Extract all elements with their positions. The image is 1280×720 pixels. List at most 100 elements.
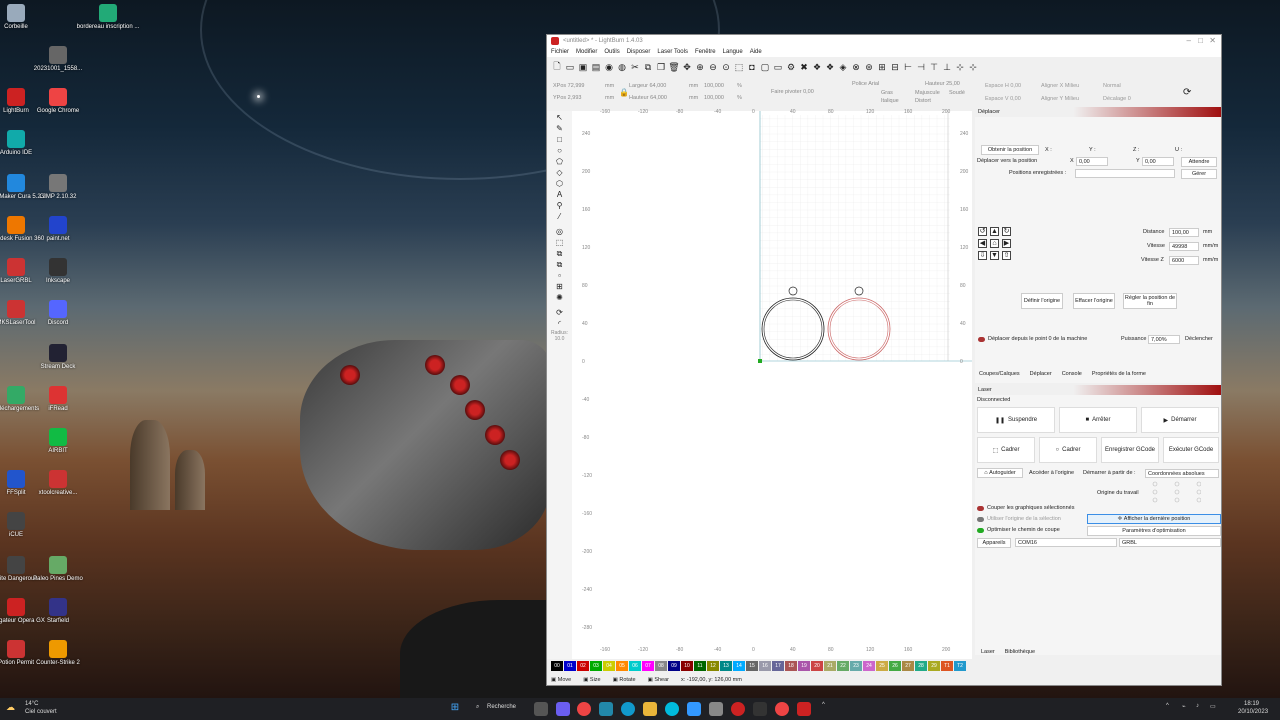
welded-checkbox[interactable]: Soudé	[949, 90, 965, 96]
desktop-icon[interactable]: Corbeille	[0, 4, 48, 31]
tab[interactable]: Propriétés de la forme	[1092, 371, 1146, 377]
status-move[interactable]: ▣ Move	[551, 677, 571, 683]
circular-array-icon[interactable]: ✺	[555, 293, 565, 302]
menu-item[interactable]: Disposer	[627, 49, 651, 55]
desktop-icon[interactable]: Arduino IDE	[0, 130, 48, 157]
ellipse-tool-icon[interactable]: ○	[555, 146, 565, 155]
measure-tool-icon[interactable]: ⁄	[555, 212, 565, 221]
tab[interactable]: Laser	[981, 649, 995, 655]
start-from-select[interactable]: Coordonnées absolues	[1145, 469, 1219, 478]
palette-swatch[interactable]: 20	[811, 661, 823, 671]
grid-icon[interactable]: ⊹	[954, 61, 966, 73]
todo-icon[interactable]	[687, 702, 701, 716]
align-x-select[interactable]: Aligner X Milieu	[1041, 83, 1079, 89]
text-mode-select[interactable]: Normal	[1103, 83, 1121, 89]
jog-down-icon[interactable]: ▼	[990, 251, 999, 260]
move-icon[interactable]: ✥	[681, 61, 693, 73]
italic-checkbox[interactable]: Italique	[881, 98, 899, 104]
clock-date[interactable]: 20/10/2023	[1238, 709, 1268, 715]
save-gcode-button[interactable]: Enregistrer GCode	[1101, 437, 1159, 463]
battery-icon[interactable]: ▭	[1210, 703, 1216, 710]
cut-icon[interactable]: ✂	[629, 61, 641, 73]
desktop-icon[interactable]: Paleo Pines Demo	[26, 556, 90, 583]
zoom-in-icon[interactable]: ⊕	[694, 61, 706, 73]
frame-circle-button[interactable]: ○ Cadrer	[1039, 437, 1097, 463]
controller-select[interactable]: GRBL	[1119, 538, 1221, 547]
file-explorer-icon[interactable]	[643, 702, 657, 716]
ypos-field[interactable]: YPos 2,993	[553, 95, 581, 101]
weld-icon[interactable]: ⬚	[555, 238, 565, 247]
desktop-icon[interactable]: 20231001_1558...	[26, 46, 90, 73]
move-x-input[interactable]: 0,00	[1076, 157, 1108, 166]
set-origin-button[interactable]: Définir l'origine	[1021, 293, 1063, 309]
desktop-icon[interactable]: Counter-Strike 2	[26, 640, 90, 667]
delete-icon[interactable]: 🗑	[668, 61, 680, 73]
clock-time[interactable]: 18:19	[1244, 701, 1259, 707]
frame-button[interactable]: ⬚ Cadrer	[977, 437, 1035, 463]
offset-field[interactable]: Décalage 0	[1103, 96, 1131, 102]
refresh-icon[interactable]: ⟳	[1183, 87, 1191, 98]
jog-right-icon[interactable]: ▶	[1002, 239, 1011, 248]
palette-swatch[interactable]: 06	[629, 661, 641, 671]
get-position-button[interactable]: Obtenir la position	[981, 145, 1039, 155]
text-tool-icon[interactable]: A	[555, 190, 565, 199]
status-size[interactable]: ▣ Size	[583, 677, 600, 683]
position-laser-icon[interactable]: ⚲	[555, 201, 565, 210]
array-icon[interactable]: ⊞	[876, 61, 888, 73]
height-field[interactable]: Hauteur 64,000	[629, 95, 667, 101]
flip-icon[interactable]: ⊛	[863, 61, 875, 73]
home-button[interactable]: ⌂ Autoguider	[977, 468, 1023, 478]
weather-icon[interactable]: ☁	[6, 702, 15, 713]
search-icon[interactable]: ⌕	[476, 704, 479, 711]
zoom-out-icon[interactable]: ⊖	[707, 61, 719, 73]
run-gcode-button[interactable]: Exécuter GCode	[1163, 437, 1219, 463]
v-spacing-field[interactable]: Espace V 0,00	[985, 96, 1021, 102]
menu-item[interactable]: Aide	[750, 49, 762, 55]
palette-swatch[interactable]: 17	[772, 661, 784, 671]
cut-selected-toggle[interactable]	[977, 506, 984, 511]
chat-icon[interactable]	[556, 702, 570, 716]
port-select[interactable]: COM16	[1015, 538, 1117, 547]
job-origin-radio-grid[interactable]	[1151, 481, 1202, 503]
edge-icon[interactable]	[621, 702, 635, 716]
cortana-icon[interactable]	[665, 702, 679, 716]
move-from-zero-toggle[interactable]	[978, 337, 985, 342]
text-height-field[interactable]: Hauteur 25,00	[925, 81, 960, 87]
bold-checkbox[interactable]: Gras	[881, 90, 893, 96]
settings-icon[interactable]: ⚙	[785, 61, 797, 73]
clear-origin-button[interactable]: Effacer l'origine	[1073, 293, 1115, 309]
zoom-page-icon[interactable]: ⬚	[733, 61, 745, 73]
align-left-icon[interactable]: ⊢	[902, 61, 914, 73]
jog-home-icon[interactable]: ⌂	[990, 239, 999, 248]
palette-swatch[interactable]: 04	[603, 661, 615, 671]
new-file-icon[interactable]: 🗋	[551, 61, 563, 73]
font-field[interactable]: Police Arial	[852, 81, 879, 87]
teams-icon[interactable]	[599, 702, 613, 716]
menu-item[interactable]: Outils	[604, 49, 619, 55]
tab[interactable]: Déplacer	[1030, 371, 1052, 377]
show-last-position-button[interactable]: ✛ Afficher la dernière position	[1087, 514, 1221, 524]
palette-swatch[interactable]: 24	[863, 661, 875, 671]
menu-item[interactable]: Fenêtre	[695, 49, 716, 55]
line-tool-icon[interactable]: ◇	[555, 168, 565, 177]
network-icon[interactable]: ⌁	[1182, 703, 1186, 710]
desktop-icon[interactable]: xtoolcreative...	[26, 470, 90, 497]
align-top-icon[interactable]: ⊤	[928, 61, 940, 73]
pause-button[interactable]: ❚❚ Suspendre	[977, 407, 1055, 433]
distance-input[interactable]: 100,00	[1169, 228, 1199, 237]
overflow-icon[interactable]: ^	[822, 702, 825, 708]
desktop-icon[interactable]: Discord	[26, 300, 90, 327]
fire-button[interactable]: Déclencher	[1185, 336, 1213, 342]
tools-icon[interactable]: ✖	[798, 61, 810, 73]
palette-swatch[interactable]: 09	[668, 661, 680, 671]
palette-swatch[interactable]: 26	[889, 661, 901, 671]
menu-item[interactable]: Modifier	[576, 49, 597, 55]
snap-icon[interactable]: ⊹	[967, 61, 979, 73]
lock-icon[interactable]: 🔒	[619, 88, 629, 97]
palette-swatch[interactable]: 29	[928, 661, 940, 671]
search-label[interactable]: Recherche	[487, 704, 516, 710]
width-field[interactable]: Largeur 64,000	[629, 83, 666, 89]
lightburn-taskbar-icon[interactable]	[797, 702, 811, 716]
devices-button[interactable]: Appareils	[977, 538, 1011, 548]
export-icon[interactable]: ◍	[616, 61, 628, 73]
